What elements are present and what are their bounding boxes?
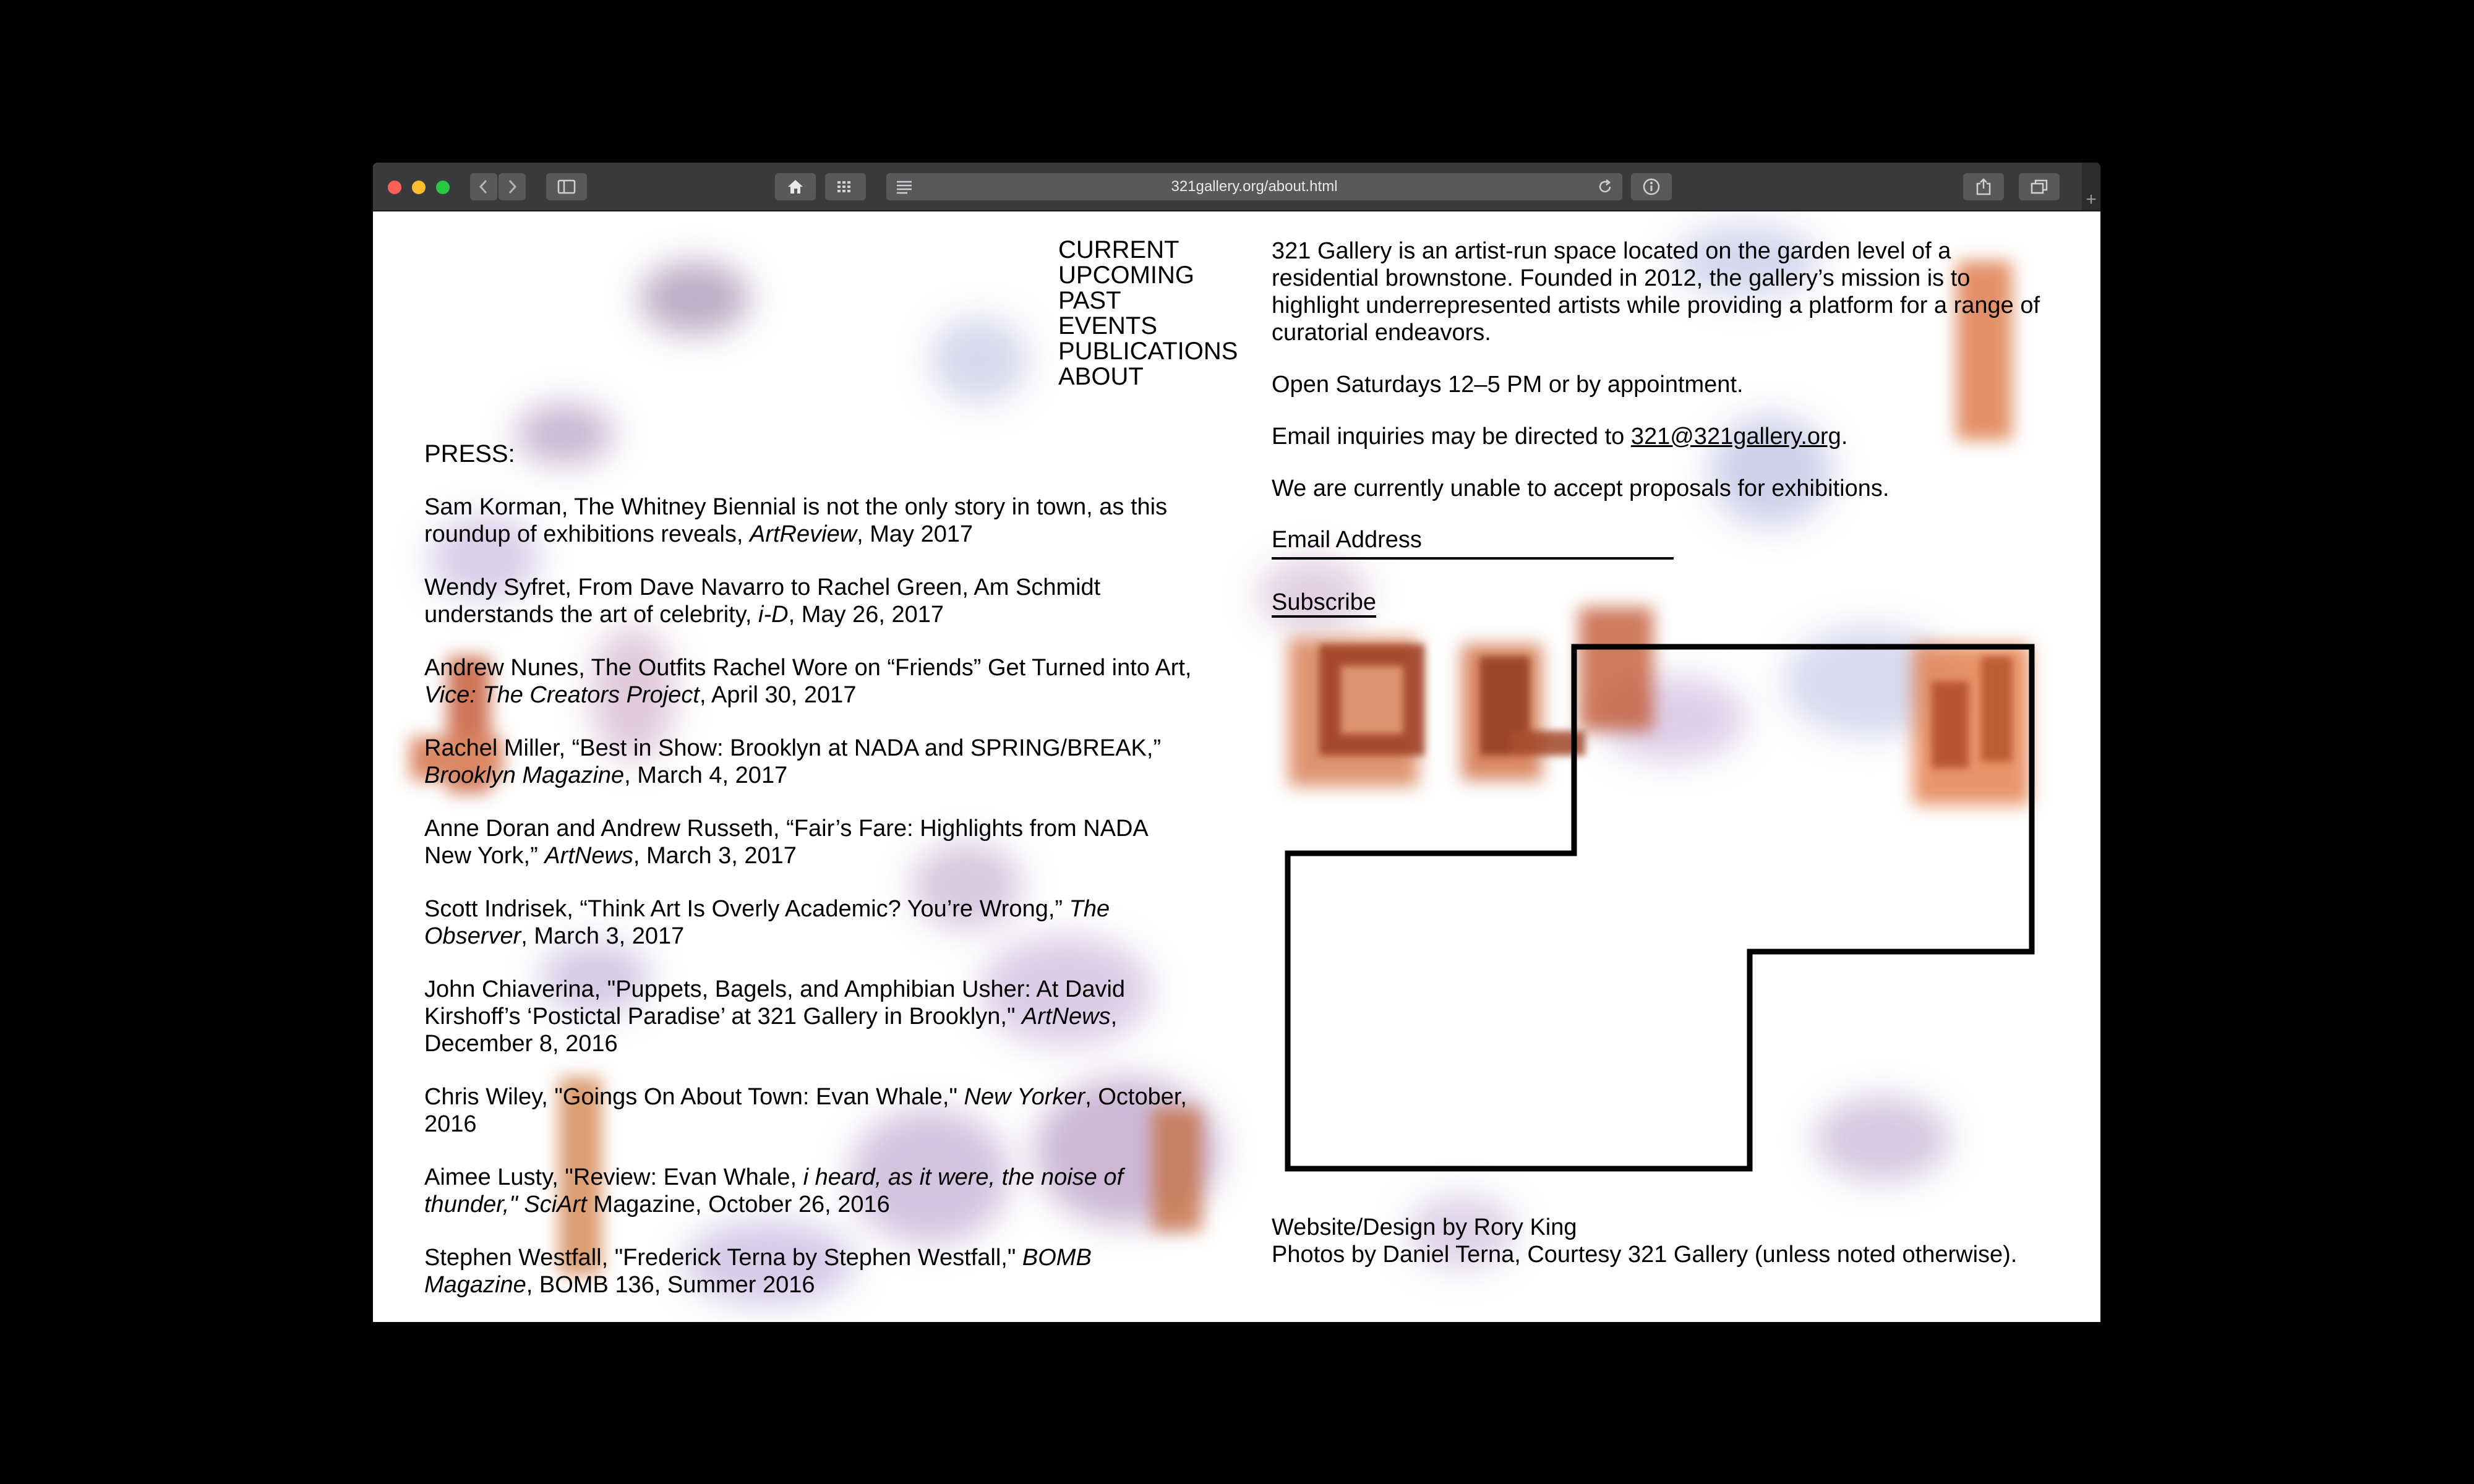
tab-overview-button[interactable] [2019,173,2060,200]
reader-icon[interactable] [895,179,914,195]
email-field[interactable]: Email Address [1272,527,1674,560]
minimize-window-button[interactable] [412,181,426,194]
email-placeholder: Email Address [1272,527,1422,553]
credits: Website/Design by Rory King Photos by Da… [1272,1214,2045,1268]
back-button[interactable] [470,173,497,200]
zoom-window-button[interactable] [436,181,450,194]
press-entry: Wendy Syfret, From Dave Navarro to Rache… [424,574,1101,628]
proposals-note: We are currently unable to accept propos… [1272,475,1890,501]
press-entry: Aimee Lusty, "Review: Evan Whale, i hear… [424,1164,1124,1217]
share-icon [1976,178,1991,195]
back-icon [479,179,487,194]
nav-item-publications[interactable]: PUBLICATIONS [1058,339,1238,364]
new-tab-button[interactable]: + [2082,163,2100,210]
press-heading: PRESS: [424,440,515,467]
press-entry: Chris Wiley, "Goings On About Town: Evan… [424,1084,1187,1137]
subscribe-button[interactable]: Subscribe [1272,589,1376,618]
share-button[interactable] [1963,173,2004,200]
press-entry: John Chiaverina, "Puppets, Bagels, and A… [424,976,1126,1057]
info-icon [1643,178,1660,195]
plus-icon: + [2086,189,2097,210]
tabs-icon [2031,179,2048,194]
press-entry: Andrew Nunes, The Outfits Rachel Wore on… [424,655,1192,708]
press-entry: Rachel Miller, “Best in Show: Brooklyn a… [424,735,1162,788]
about-intro: 321 Gallery is an artist-run space locat… [1272,238,2040,346]
nav-item-current[interactable]: CURRENT [1058,237,1238,263]
nav-item-past[interactable]: PAST [1058,288,1238,313]
forward-button[interactable] [499,173,526,200]
grid-icon [837,181,850,192]
info-button[interactable] [1631,173,1672,200]
home-icon [788,180,803,194]
press-section: PRESS: Sam Korman, The Whitney Biennial … [424,440,1197,1322]
press-entry: Sam Korman, The Whitney Biennial is not … [424,494,1168,547]
press-entry: Stephen Westfall, "Frederick Terna by St… [424,1245,1092,1298]
home-button[interactable] [775,173,816,200]
nav-item-upcoming[interactable]: UPCOMING [1058,263,1238,288]
forward-icon [508,179,517,194]
email-inquiries: Email inquiries may be directed to 321@3… [1272,424,1848,450]
email-link[interactable]: 321@321gallery.org [1631,424,1841,450]
sidebar-button[interactable] [546,173,587,200]
address-bar[interactable]: 321gallery.org/about.html [886,173,1622,200]
about-section: 321 Gallery is an artist-run space locat… [1272,237,2045,618]
press-entry: Anne Doran and Andrew Russeth, “Fair’s F… [424,816,1147,869]
opening-hours: Open Saturdays 12–5 PM or by appointment… [1272,372,1744,398]
top-sites-button[interactable] [825,173,866,200]
browser-window: 321gallery.org/about.html + CURRENT UPCO… [373,163,2100,1322]
credits-design: Website/Design by Rory King [1272,1214,1577,1240]
browser-toolbar: 321gallery.org/about.html + [373,163,2100,211]
close-window-button[interactable] [388,181,401,194]
sidebar-icon [557,179,576,194]
url-text: 321gallery.org/about.html [1171,178,1338,195]
nav-item-about[interactable]: ABOUT [1058,364,1238,390]
main-nav: CURRENT UPCOMING PAST EVENTS PUBLICATION… [1058,237,1238,390]
nav-item-events[interactable]: EVENTS [1058,313,1238,339]
credits-photos: Photos by Daniel Terna, Courtesy 321 Gal… [1272,1242,2018,1268]
press-entry: Scott Indrisek, “Think Art Is Overly Aca… [424,896,1110,949]
web-page: CURRENT UPCOMING PAST EVENTS PUBLICATION… [373,211,2100,1322]
reload-icon[interactable] [1596,178,1614,195]
